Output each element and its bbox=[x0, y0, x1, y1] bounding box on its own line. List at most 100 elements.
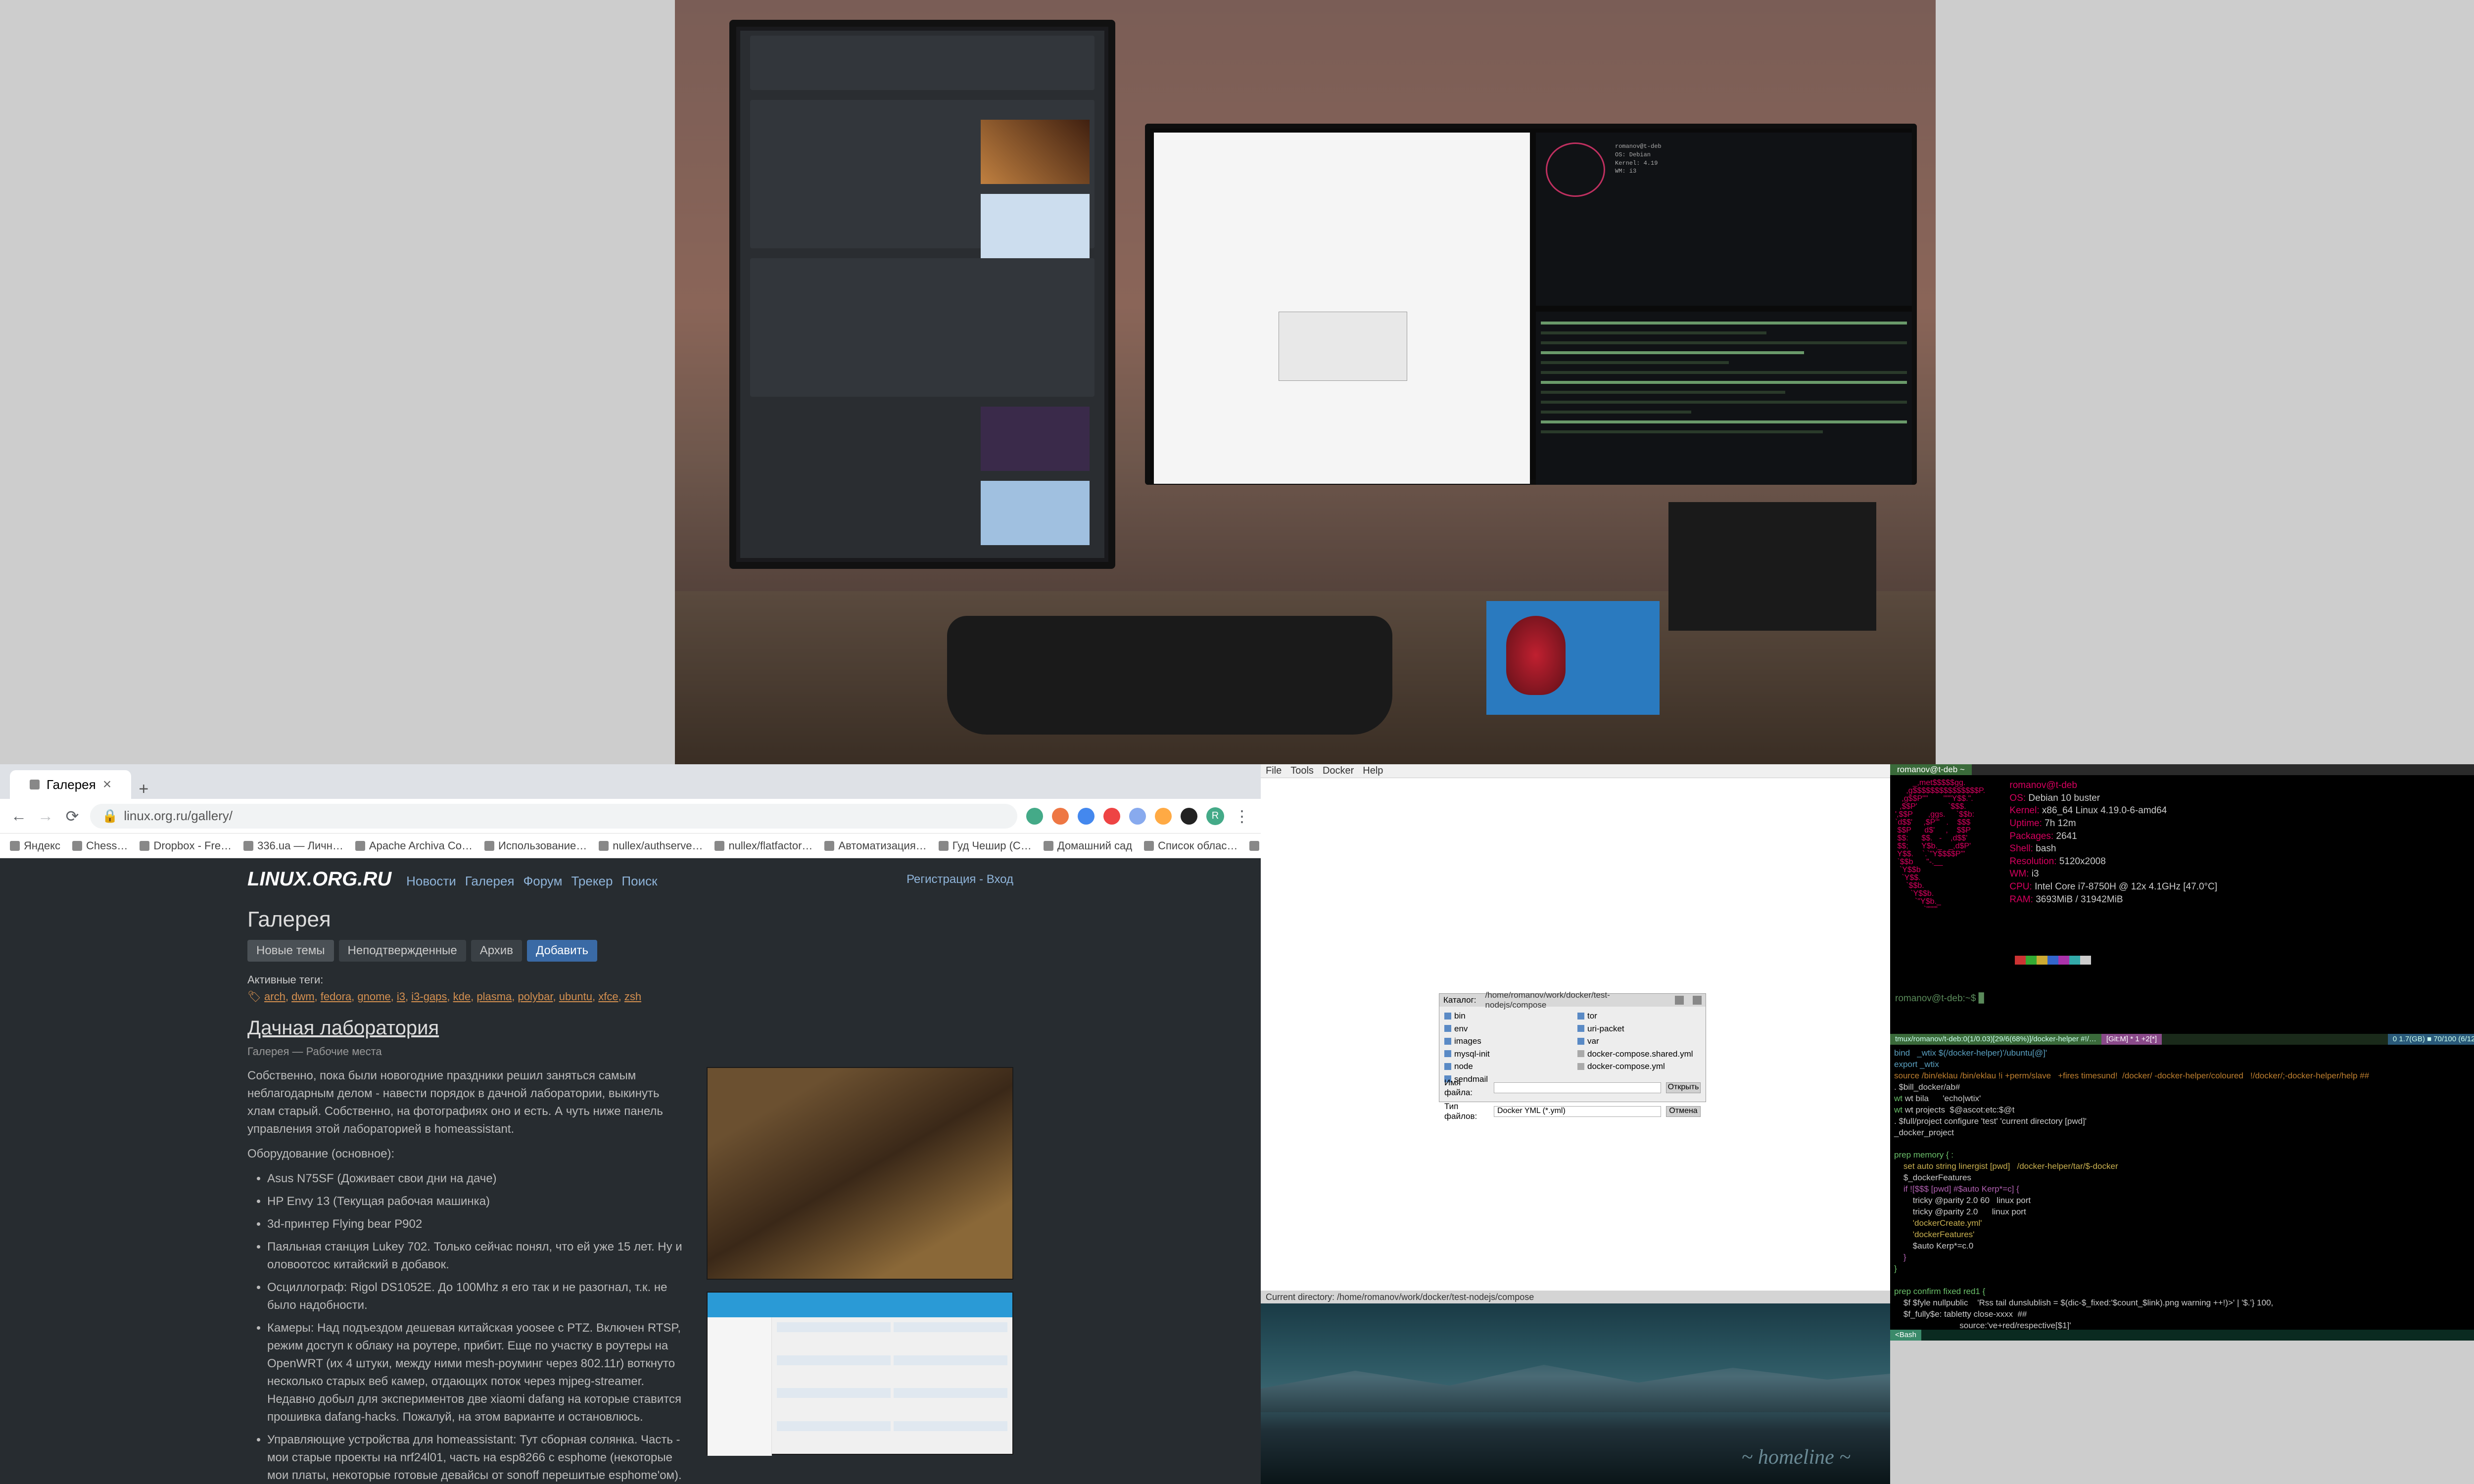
terminal-editor[interactable]: tmux/romanov/t-deb:0(1/0.03)[29/6(68%)]/… bbox=[1890, 1034, 2474, 1341]
favicon bbox=[30, 780, 40, 789]
emacs-buffer[interactable]: Каталог: /home/romanov/work/docker/test-… bbox=[1261, 778, 1890, 1291]
nav-link[interactable]: Новости bbox=[406, 874, 456, 889]
photo-thumb[interactable] bbox=[707, 1067, 1013, 1280]
bookmark-item[interactable]: Dropbox - Fre… bbox=[140, 839, 232, 852]
file-list-col2[interactable]: toruri-packetvardocker-compose.shared.ym… bbox=[1572, 1007, 1706, 1076]
bookmark-item[interactable]: 336.ua — Личн… bbox=[243, 839, 343, 852]
ext-icon[interactable] bbox=[1181, 808, 1197, 825]
nav-link[interactable]: Трекер bbox=[571, 874, 613, 889]
menu-icon[interactable]: ⋮ bbox=[1233, 807, 1251, 825]
file-item[interactable]: docker-compose.shared.yml bbox=[1577, 1048, 1701, 1061]
file-item[interactable]: node bbox=[1444, 1060, 1568, 1073]
back-icon[interactable]: ← bbox=[10, 807, 28, 825]
bookmark-item[interactable]: Яндекс bbox=[10, 839, 60, 852]
menu-item[interactable]: Docker bbox=[1323, 765, 1354, 777]
file-item[interactable]: images bbox=[1444, 1035, 1568, 1048]
nav-link[interactable]: Форум bbox=[523, 874, 563, 889]
ext-icon[interactable] bbox=[1155, 808, 1172, 825]
filetype-label: Тип файлов: bbox=[1444, 1102, 1489, 1121]
emacs-menubar: File Tools Docker Help bbox=[1261, 764, 1890, 778]
filter-pill[interactable]: Неподтвержденные bbox=[339, 940, 466, 962]
screenshot-thumb[interactable] bbox=[707, 1292, 1013, 1455]
nav-link[interactable]: Поиск bbox=[621, 874, 657, 889]
ext-icon[interactable] bbox=[1078, 808, 1094, 825]
bookmark-item[interactable]: nullex/authserve… bbox=[599, 839, 703, 852]
file-item[interactable]: tor bbox=[1577, 1010, 1701, 1022]
site-logo[interactable]: LINUX.ORG.RU bbox=[247, 868, 391, 890]
bookmark-item[interactable]: Chess… bbox=[72, 839, 128, 852]
tag-link[interactable]: plasma bbox=[476, 990, 512, 1003]
file-item[interactable]: mysql-init bbox=[1444, 1048, 1568, 1061]
reload-icon[interactable]: ⟳ bbox=[63, 807, 81, 825]
bookmark-item[interactable]: Использование… bbox=[484, 839, 587, 852]
tag-link[interactable]: polybar bbox=[518, 990, 553, 1003]
file-dialog: Каталог: /home/romanov/work/docker/test-… bbox=[1439, 993, 1706, 1102]
open-button[interactable]: Открыть bbox=[1666, 1082, 1701, 1093]
lock-icon: 🔒 bbox=[102, 808, 118, 824]
cancel-button[interactable]: Отмена bbox=[1666, 1106, 1701, 1117]
section-heading: Галерея bbox=[247, 907, 1013, 932]
ext-icon[interactable] bbox=[1103, 808, 1120, 825]
up-icon[interactable] bbox=[1675, 996, 1684, 1005]
filter-pill[interactable]: Архив bbox=[471, 940, 522, 962]
tag-link[interactable]: gnome bbox=[357, 990, 390, 1003]
tag-link[interactable]: arch bbox=[264, 990, 285, 1003]
bookmark-item[interactable]: CHANNELLE… bbox=[1249, 839, 1261, 852]
file-item[interactable]: uri-packet bbox=[1577, 1022, 1701, 1035]
menu-item[interactable]: Tools bbox=[1290, 765, 1314, 777]
tag-link[interactable]: ubuntu bbox=[559, 990, 592, 1003]
list-item: 3d-принтер Flying bear P902 bbox=[267, 1215, 687, 1233]
filetype-field[interactable]: Docker YML (*.yml) bbox=[1494, 1106, 1661, 1117]
ext-icon[interactable] bbox=[1052, 808, 1069, 825]
tag-link[interactable]: kde bbox=[453, 990, 471, 1003]
menu-item[interactable]: Help bbox=[1363, 765, 1383, 777]
bookmark-item[interactable]: Apache Archiva Co… bbox=[355, 839, 473, 852]
tag-link[interactable]: i3 bbox=[397, 990, 405, 1003]
bookmark-item[interactable]: Домашний сад bbox=[1044, 839, 1132, 852]
bookmark-bar: Яндекс Chess… Dropbox - Fre… 336.ua — Личн…… bbox=[0, 834, 1261, 858]
profile-icon[interactable]: R bbox=[1206, 807, 1224, 825]
hot-tags: 🏷 arch, dwm, fedora, gnome, i3, i3-gaps,… bbox=[247, 990, 1013, 1003]
wallpaper: ~ homeline ~ bbox=[1261, 1303, 1890, 1484]
article-title[interactable]: Дачная лаборатория bbox=[247, 1017, 1013, 1039]
neofetch-info: romanov@t-deb OS: Debian 10 buster Kerne… bbox=[2009, 779, 2217, 906]
nav-link[interactable]: Галерея bbox=[465, 874, 515, 889]
filter-pill[interactable]: Добавить bbox=[527, 940, 597, 962]
forward-icon[interactable]: → bbox=[37, 807, 54, 825]
tag-link[interactable]: dwm bbox=[291, 990, 314, 1003]
tab-gallery[interactable]: Галерея × bbox=[10, 770, 131, 799]
keyboard bbox=[947, 616, 1392, 735]
tag-link[interactable]: zsh bbox=[624, 990, 641, 1003]
prompt[interactable]: romanov@t-deb:~$ ▊ bbox=[1895, 993, 1986, 1004]
list-item: Паяльная станция Lukey 702. Только сейча… bbox=[267, 1238, 687, 1274]
file-item[interactable]: var bbox=[1577, 1035, 1701, 1048]
tag-link[interactable]: i3-gaps bbox=[411, 990, 447, 1003]
new-tab-button[interactable]: + bbox=[131, 780, 156, 799]
file-list-col1[interactable]: binenvimagesmysql-initnodesendmail bbox=[1439, 1007, 1572, 1076]
bookmark-item[interactable]: Список облас… bbox=[1144, 839, 1237, 852]
filter-pill[interactable]: Новые темы bbox=[247, 940, 334, 962]
ext-icon[interactable] bbox=[1129, 808, 1146, 825]
menu-item[interactable]: File bbox=[1266, 765, 1282, 777]
color-palette bbox=[2004, 956, 2091, 965]
home-icon[interactable] bbox=[1693, 996, 1702, 1005]
bookmark-item[interactable]: Гуд Чешир (C… bbox=[939, 839, 1032, 852]
filename-field[interactable]: docker-compose.shared.yml bbox=[1494, 1082, 1661, 1093]
file-item[interactable]: env bbox=[1444, 1022, 1568, 1035]
tab-bar: Галерея × + bbox=[0, 764, 1261, 799]
url-bar[interactable]: 🔒 linux.org.ru/gallery/ bbox=[90, 804, 1017, 829]
tag-link[interactable]: fedora bbox=[321, 990, 351, 1003]
tmux-statusbar: tmux/romanov/t-deb:0(1/0.03)[29/6(68%)]/… bbox=[1890, 1034, 2474, 1045]
bookmark-item[interactable]: nullex/flatfactor… bbox=[714, 839, 812, 852]
file-item[interactable]: docker-compose.yml bbox=[1577, 1060, 1701, 1073]
terminal-neofetch[interactable]: romanov@t-deb ~ _,met$$$$$gg. ,g$$$$$$$$… bbox=[1890, 764, 2474, 1034]
bookmark-item[interactable]: Автоматизация… bbox=[824, 839, 926, 852]
ext-icon[interactable] bbox=[1026, 808, 1043, 825]
list-item: Осциллограф: Rigol DS1052E. До 100Mhz я … bbox=[267, 1279, 687, 1314]
article-text: Собственно, пока были новогодние праздни… bbox=[247, 1067, 687, 1484]
close-icon[interactable]: × bbox=[103, 776, 112, 793]
register-link[interactable]: Регистрация bbox=[906, 873, 976, 886]
file-item[interactable]: bin bbox=[1444, 1010, 1568, 1022]
tag-link[interactable]: xfce bbox=[598, 990, 618, 1003]
login-link[interactable]: Вход bbox=[987, 873, 1013, 886]
